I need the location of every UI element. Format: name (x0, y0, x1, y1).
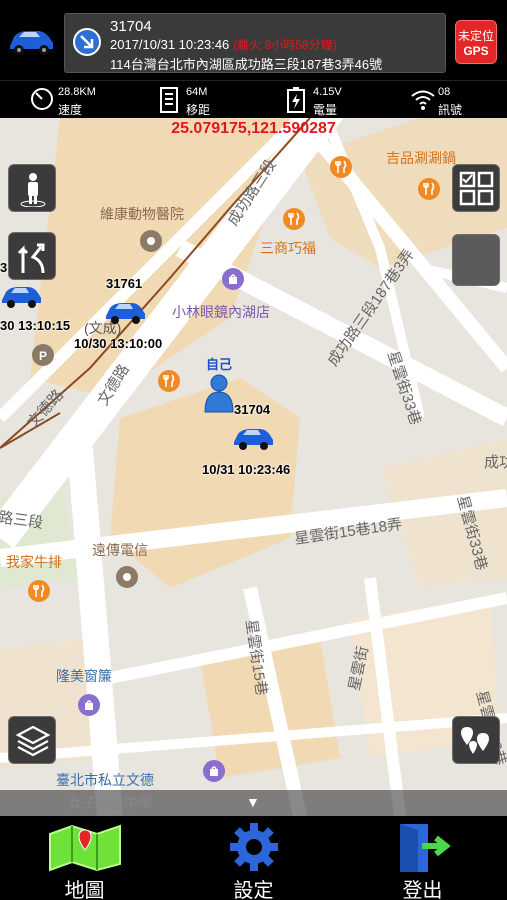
shopping-icon[interactable] (222, 268, 244, 290)
distance-value: 64M (186, 86, 208, 98)
tab-settings[interactable]: 設定 (169, 816, 338, 900)
shopping-icon[interactable] (78, 694, 100, 716)
last-update: 2017/10/31 10:23:46 (離火 8小時58分鐘) (110, 36, 337, 53)
idle-warning: (離火 8小時58分鐘) (233, 38, 337, 52)
speed-label: 速度 (58, 103, 83, 117)
stat-distance: 64M 移距 (158, 84, 248, 117)
direction-arrow-icon (73, 28, 101, 56)
vehicle-time-label: 10/31 10:23:46 (202, 462, 291, 477)
vehicle-thumbnail-icon[interactable] (6, 22, 56, 58)
place-label: 維康動物醫院 (100, 206, 184, 222)
vet-clinic-icon[interactable] (140, 230, 162, 252)
vehicle-label: 31761 (106, 276, 143, 291)
gps-status-line2: GPS (463, 44, 489, 58)
gear-icon (229, 823, 278, 871)
map-drawer-handle[interactable]: 女子高級中學 ▼ (0, 790, 507, 816)
stat-voltage: 4.15V 電量 (285, 84, 375, 117)
vehicle-id: 31704 (110, 18, 152, 35)
place-label: 遠傳電信 (92, 542, 148, 558)
tab-logout-label: 登出 (402, 880, 443, 900)
vehicle-label: 3 (0, 260, 8, 275)
place-label: 吉品涮涮鍋 (386, 150, 456, 166)
blank-toggle-button[interactable] (452, 234, 500, 286)
distance-label: 移距 (186, 103, 211, 117)
distance-icon (160, 87, 178, 113)
route-history-button[interactable] (8, 232, 56, 280)
map-view[interactable]: 25.079175,121.590287 成功路三段 成功路三段187巷3弄 文… (0, 118, 507, 816)
tab-logout[interactable]: 登出 (338, 816, 507, 900)
place-label: 隆美窗簾 (56, 668, 112, 684)
street-view-button[interactable] (8, 164, 56, 212)
restaurant-icon[interactable] (418, 178, 440, 200)
app-root: 31704 2017/10/31 10:23:46 (離火 8小時58分鐘) 11… (0, 0, 507, 900)
layers-icon (15, 725, 51, 757)
speedometer-icon (31, 88, 53, 110)
gps-status-line1: 未定位 (457, 29, 494, 43)
signal-value: 08 (438, 86, 451, 98)
stats-bar: 28.8KM 速度 64M 移距 4.15V 電量 08 訊號 (0, 80, 507, 118)
restaurant-icon[interactable] (283, 208, 305, 230)
telecom-store-icon[interactable] (116, 566, 138, 588)
speed-value: 28.8KM (58, 86, 96, 98)
expand-down-icon[interactable]: ▼ (246, 794, 260, 810)
restaurant-icon[interactable] (28, 580, 50, 602)
vehicle-car-icon[interactable] (0, 282, 42, 310)
address-text: 114台灣台北市內湖區成功路三段187巷3弄46號 (110, 57, 383, 72)
parking-icon[interactable]: P (32, 344, 54, 366)
place-label: 三商巧福 (260, 240, 316, 256)
voltage-label: 電量 (313, 103, 338, 117)
vehicle-info-card[interactable]: 31704 2017/10/31 10:23:46 (離火 8小時58分鐘) 11… (64, 13, 446, 73)
bottom-tab-bar: 地圖 設定 登出 (0, 816, 507, 900)
grid-icon (459, 171, 494, 206)
wifi-signal-icon (411, 90, 435, 110)
voltage-value: 4.15V (313, 86, 342, 98)
vehicle-car-icon[interactable] (104, 298, 146, 326)
gps-status-button[interactable]: 未定位 GPS (455, 20, 497, 64)
header-bar: 31704 2017/10/31 10:23:46 (離火 8小時58分鐘) 11… (0, 0, 507, 80)
stat-signal: 08 訊號 (410, 84, 500, 117)
faded-place-label: 女子高級中學 (68, 795, 152, 811)
place-label: 小林眼鏡內湖店 (172, 304, 270, 320)
signal-label: 訊號 (438, 103, 463, 117)
vehicle-car-icon[interactable] (232, 424, 274, 452)
tab-settings-label: 設定 (233, 880, 274, 900)
vehicle-label: 31704 (234, 402, 271, 417)
svg-text:P: P (39, 349, 47, 362)
map-pins-icon (461, 727, 489, 754)
street-label: 成功 (484, 454, 507, 471)
stat-speed: 28.8KM 速度 (30, 84, 130, 117)
shopping-icon[interactable] (203, 760, 225, 782)
restaurant-icon[interactable] (158, 370, 180, 392)
tab-map-label: 地圖 (64, 880, 105, 900)
logout-door-icon (399, 824, 451, 872)
vehicle-time-label: 30 13:10:15 (0, 318, 71, 333)
self-person-icon[interactable] (202, 374, 236, 414)
place-label: 我家牛排 (6, 554, 62, 570)
map-layers-button[interactable] (8, 716, 56, 764)
place-label: 臺北市私立文德 (56, 772, 154, 788)
person-icon (20, 173, 46, 207)
restaurant-icon[interactable] (330, 156, 352, 178)
vehicle-time-label: 10/30 13:10:00 (74, 336, 163, 351)
grid-menu-button[interactable] (452, 164, 500, 212)
tab-map[interactable]: 地圖 (0, 816, 169, 900)
coordinates-display: 25.079175,121.590287 (171, 120, 336, 137)
battery-icon (287, 87, 305, 113)
datetime-text: 2017/10/31 10:23:46 (110, 37, 230, 52)
map-tab-icon (48, 824, 121, 872)
self-label: 自己 (206, 357, 233, 372)
route-icon (17, 243, 45, 274)
all-markers-button[interactable] (452, 716, 500, 764)
